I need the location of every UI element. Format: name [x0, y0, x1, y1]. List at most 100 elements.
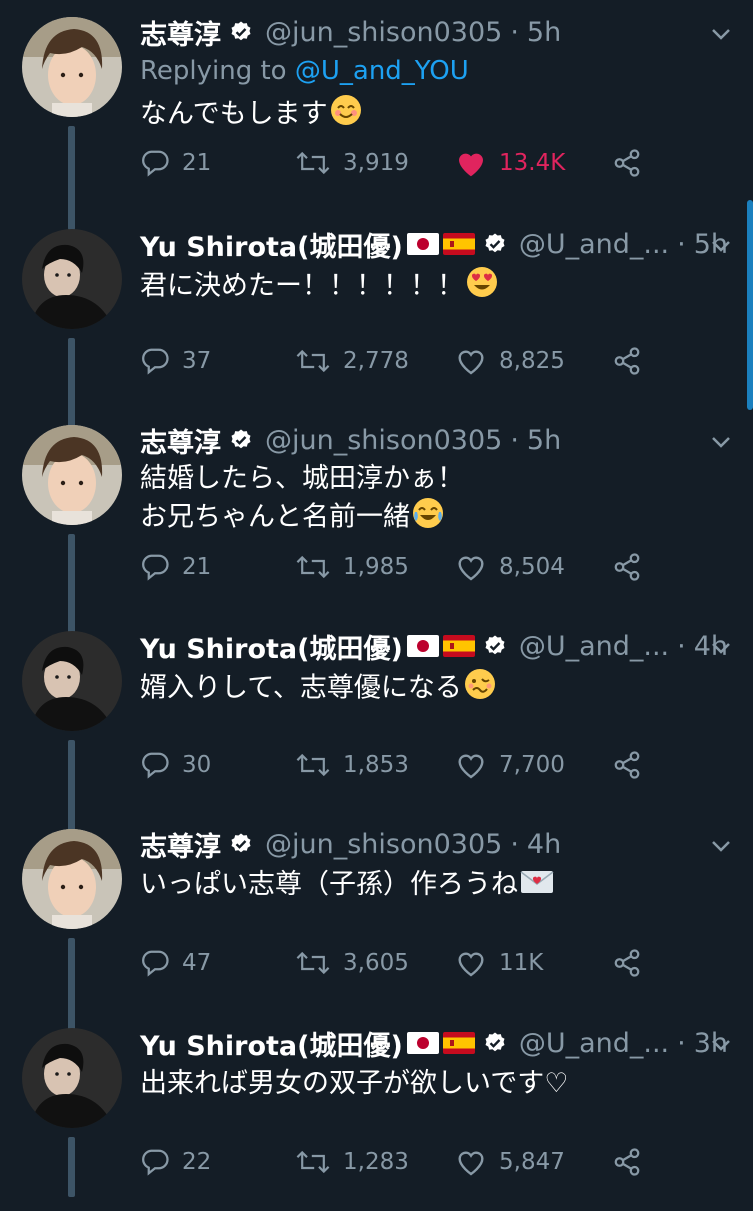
- retweet-button[interactable]: 2,778: [295, 346, 409, 376]
- heart-outline-icon: [458, 952, 484, 977]
- reply-count: 22: [182, 1149, 212, 1175]
- user-handle[interactable]: @jun_shison0305: [265, 17, 502, 48]
- retweet-icon: [296, 349, 330, 373]
- heart-outline-icon: [458, 754, 484, 779]
- timestamp[interactable]: 5h: [527, 17, 561, 48]
- avatar-yu[interactable]: [22, 229, 122, 329]
- user-handle[interactable]: @U_and_...: [519, 229, 669, 260]
- reply-button[interactable]: 21: [140, 552, 211, 582]
- avatar-yu[interactable]: [22, 631, 122, 731]
- reply-icon: [142, 554, 169, 581]
- tears-of-joy-icon: [412, 497, 444, 539]
- retweet-button[interactable]: 1,283: [295, 1147, 409, 1177]
- heart-outline-icon: [458, 350, 484, 375]
- share-icon: [614, 1148, 640, 1176]
- retweet-count: 1,985: [343, 554, 409, 580]
- retweet-count: 3,919: [343, 150, 409, 176]
- timestamp[interactable]: 5h: [527, 425, 561, 456]
- user-handle[interactable]: @jun_shison0305: [265, 425, 502, 456]
- reply-icon: [142, 950, 169, 977]
- chevron-down-icon[interactable]: [709, 234, 733, 258]
- chevron-down-icon[interactable]: [709, 636, 733, 660]
- separator-dot: ·: [510, 424, 519, 456]
- reply-button[interactable]: 37: [140, 346, 211, 376]
- retweet-button[interactable]: 1,853: [295, 750, 409, 780]
- chevron-down-icon[interactable]: [709, 1033, 733, 1057]
- reply-button[interactable]: 30: [140, 750, 211, 780]
- tweet[interactable]: 志尊淳 @jun_shison0305 · 5h Replying to @U_…: [0, 0, 753, 230]
- display-name[interactable]: 志尊淳: [140, 13, 221, 52]
- retweet-button[interactable]: 3,605: [295, 948, 409, 978]
- like-button[interactable]: 5,847: [455, 1147, 565, 1177]
- retweet-icon: [296, 1150, 330, 1174]
- separator-dot: ·: [677, 228, 686, 260]
- avatar-yu[interactable]: [22, 1028, 122, 1128]
- share-button[interactable]: [612, 148, 642, 178]
- verified-badge-icon: [483, 634, 507, 658]
- like-button[interactable]: 13.4K: [455, 148, 565, 178]
- user-handle[interactable]: @U_and_...: [519, 631, 669, 662]
- share-button[interactable]: [612, 948, 642, 978]
- chevron-down-icon[interactable]: [709, 22, 733, 46]
- tweet-text: 婿入りして、志尊優になる: [140, 668, 496, 710]
- reply-handle-link[interactable]: @U_and_YOU: [295, 56, 469, 86]
- share-button[interactable]: [612, 346, 642, 376]
- display-name[interactable]: 志尊淳: [140, 825, 221, 864]
- like-button[interactable]: 8,504: [455, 552, 565, 582]
- like-count: 8,825: [499, 348, 565, 374]
- display-name[interactable]: 志尊淳: [140, 421, 221, 460]
- verified-badge-icon: [483, 232, 507, 256]
- user-handle[interactable]: @U_and_...: [519, 1028, 669, 1059]
- share-button[interactable]: [612, 1147, 642, 1177]
- retweet-button[interactable]: 3,919: [295, 148, 409, 178]
- chevron-down-icon[interactable]: [709, 430, 733, 454]
- tweet[interactable]: Yu Shirota(城田優) @U_and_... · 5h 君に決めたー！！…: [0, 212, 753, 442]
- share-icon: [614, 347, 640, 375]
- user-handle[interactable]: @jun_shison0305: [265, 829, 502, 860]
- reply-button[interactable]: 22: [140, 1147, 211, 1177]
- tweet-text: いっぱい志尊（子孫）作ろうね: [140, 866, 554, 905]
- love-letter-icon: [520, 867, 554, 905]
- avatar-jun[interactable]: [22, 829, 122, 929]
- japan-flag-icon: [406, 1032, 439, 1054]
- avatar-jun[interactable]: [22, 425, 122, 525]
- tweet-text: 君に決めたー！！！！！！: [140, 266, 498, 308]
- spain-flag-icon: [442, 233, 475, 255]
- tweet-actions: 47 3,605 11K: [140, 948, 660, 988]
- display-name[interactable]: Yu Shirota(城田優): [140, 225, 403, 264]
- verified-badge-icon: [229, 20, 253, 44]
- tweet-header: 志尊淳 @jun_shison0305 · 4h: [140, 825, 561, 864]
- tweet-header: Yu Shirota(城田優) @U_and_... · 4h: [140, 627, 728, 666]
- tweet-header: 志尊淳 @jun_shison0305 · 5h: [140, 13, 561, 52]
- share-button[interactable]: [612, 750, 642, 780]
- tweet[interactable]: Yu Shirota(城田優) @U_and_... · 4h 婿入りして、志尊…: [0, 614, 753, 844]
- share-icon: [614, 751, 640, 779]
- reply-count: 37: [182, 348, 212, 374]
- reply-button[interactable]: 21: [140, 148, 211, 178]
- retweet-count: 1,283: [343, 1149, 409, 1175]
- retweet-button[interactable]: 1,985: [295, 552, 409, 582]
- avatar-jun[interactable]: [22, 17, 122, 117]
- woozy-face-icon: [464, 668, 496, 710]
- share-icon: [614, 149, 640, 177]
- retweet-count: 2,778: [343, 348, 409, 374]
- timestamp[interactable]: 4h: [527, 829, 561, 860]
- spain-flag-icon: [442, 635, 475, 657]
- heart-eyes-icon: [466, 266, 498, 308]
- tweet[interactable]: 志尊淳 @jun_shison0305 · 5h 結婚したら、城田淳かぁ！ お兄…: [0, 408, 753, 638]
- tweet[interactable]: Yu Shirota(城田優) @U_and_... · 3h 出来れば男女の双…: [0, 1011, 753, 1211]
- tweet-header: Yu Shirota(城田優) @U_and_... · 3h: [140, 1024, 728, 1063]
- display-name[interactable]: Yu Shirota(城田優): [140, 627, 403, 666]
- display-name[interactable]: Yu Shirota(城田優): [140, 1024, 403, 1063]
- chevron-down-icon[interactable]: [709, 834, 733, 858]
- reply-button[interactable]: 47: [140, 948, 211, 978]
- like-button[interactable]: 8,825: [455, 346, 565, 376]
- like-button[interactable]: 11K: [455, 948, 543, 978]
- tweet-actions: 22 1,283 5,847: [140, 1147, 660, 1187]
- reply-count: 21: [182, 150, 212, 176]
- tweet[interactable]: 志尊淳 @jun_shison0305 · 4h いっぱい志尊（子孫）作ろうね …: [0, 812, 753, 1042]
- like-count: 11K: [499, 950, 544, 976]
- like-button[interactable]: 7,700: [455, 750, 565, 780]
- separator-dot: ·: [510, 16, 519, 48]
- share-button[interactable]: [612, 552, 642, 582]
